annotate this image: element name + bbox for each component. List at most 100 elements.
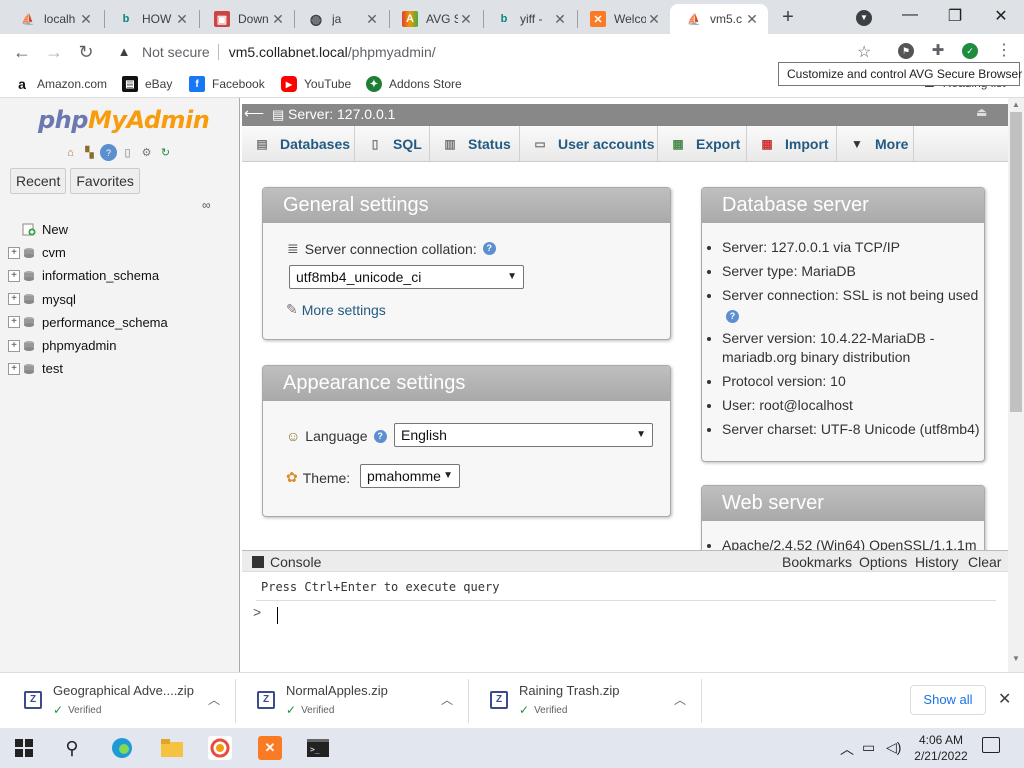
security-label[interactable]: Not secure xyxy=(142,44,210,60)
chevron-up-icon[interactable]: ︿ xyxy=(674,691,686,708)
settings-gear-icon[interactable]: ⚙ xyxy=(138,144,155,161)
console-options[interactable]: Options xyxy=(859,554,907,570)
browser-tab[interactable]: b yiff - ✕ xyxy=(480,4,576,34)
scroll-up-icon[interactable]: ▲ xyxy=(1012,100,1020,109)
help-icon[interactable]: ? xyxy=(726,310,739,323)
download-item[interactable]: Z Raining Trash.zip ✓ Verified ︿ xyxy=(470,679,702,723)
bookmark-addons-store[interactable]: ✦ Addons Store xyxy=(366,76,462,92)
avg-browser-icon[interactable] xyxy=(208,736,232,760)
chevron-up-icon[interactable]: ︿ xyxy=(441,691,453,708)
database-node-performance-schema[interactable]: + performance_schema xyxy=(8,311,168,334)
database-node-information-schema[interactable]: + information_schema xyxy=(8,264,168,287)
download-item[interactable]: Z NormalApples.zip ✓ Verified ︿ xyxy=(237,679,469,723)
new-database-node[interactable]: New xyxy=(8,218,168,241)
console-header[interactable]: Console Bookmarks Options History Clear xyxy=(242,550,1008,572)
scroll-down-icon[interactable]: ▼ xyxy=(1012,654,1020,663)
address-bar[interactable]: ▲ Not secure vm5.collabnet.local/phpmyad… xyxy=(110,38,890,66)
database-node-mysql[interactable]: + mysql xyxy=(8,288,168,311)
browser-tab[interactable]: ✕ Welco ✕ xyxy=(574,4,670,34)
close-tab-icon[interactable]: ✕ xyxy=(646,11,662,28)
expand-icon[interactable]: + xyxy=(8,293,20,306)
help-icon[interactable]: ? xyxy=(482,242,496,255)
network-icon[interactable]: ▭ xyxy=(862,739,875,756)
close-tab-icon[interactable]: ✕ xyxy=(174,11,190,28)
xampp-icon[interactable]: ✕ xyxy=(258,736,282,760)
database-node-test[interactable]: + test xyxy=(8,357,168,380)
warning-icon[interactable]: ▲ xyxy=(116,44,132,60)
browser-tab[interactable]: ▣ Down ✕ xyxy=(198,4,294,34)
avg-security-shield-icon[interactable]: ✓ xyxy=(962,43,978,59)
file-explorer-icon[interactable] xyxy=(160,736,184,760)
browser-tab[interactable]: A AVG S ✕ xyxy=(386,4,482,34)
menu-sql[interactable]: ▯ SQL xyxy=(355,126,430,161)
documentation-icon[interactable]: ▯ xyxy=(119,144,136,161)
console-history[interactable]: History xyxy=(915,554,959,570)
server-breadcrumb[interactable]: Server: 127.0.0.1 xyxy=(288,106,395,122)
console-clear[interactable]: Clear xyxy=(968,554,1001,570)
help-docs-icon[interactable]: ? xyxy=(100,144,117,161)
language-select[interactable]: English ▼ xyxy=(394,423,653,447)
bookmark-youtube[interactable]: ▶ YouTube xyxy=(281,76,351,92)
database-node-phpmyadmin[interactable]: + phpmyadmin xyxy=(8,334,168,357)
menu-more[interactable]: ▼ More xyxy=(837,126,914,161)
browser-tab-active[interactable]: ⛵ vm5.c ✕ xyxy=(670,4,768,34)
taskbar-clock[interactable]: 4:06 AM 2/21/2022 xyxy=(908,732,974,764)
expand-icon[interactable]: + xyxy=(8,246,20,259)
close-window-icon[interactable]: ✕ xyxy=(989,6,1013,26)
extension-shield-icon[interactable]: ⚑ xyxy=(898,43,914,59)
logout-icon[interactable]: ▚ xyxy=(81,144,98,161)
favorites-tab[interactable]: Favorites xyxy=(70,168,140,194)
menu-status[interactable]: ▥ Status xyxy=(430,126,520,161)
database-node-cvm[interactable]: + cvm xyxy=(8,241,168,264)
volume-icon[interactable]: ◁) xyxy=(886,739,901,756)
collation-select[interactable]: utf8mb4_unicode_ci ▼ xyxy=(289,265,524,289)
console-toggle[interactable]: Console xyxy=(252,554,321,570)
theme-select[interactable]: pmahomme ▼ xyxy=(360,464,460,488)
bookmark-ebay[interactable]: ▤ eBay xyxy=(122,76,172,92)
url-text[interactable]: vm5.collabnet.local/phpmyadmin/ xyxy=(229,44,436,60)
menu-import[interactable]: ▦ Import xyxy=(747,126,837,161)
close-tab-icon[interactable]: ✕ xyxy=(364,11,380,28)
phpmyadmin-logo[interactable]: phpMyAdmin xyxy=(38,106,210,134)
close-tab-icon[interactable]: ✕ xyxy=(270,11,286,28)
restore-icon[interactable]: ❐ xyxy=(943,6,967,26)
close-tab-icon[interactable]: ✕ xyxy=(78,11,94,28)
menu-databases[interactable]: ▤ Databases xyxy=(242,126,355,161)
scrollbar-thumb[interactable] xyxy=(1010,112,1022,412)
browser-tab[interactable]: b HOW ✕ xyxy=(102,4,198,34)
search-icon[interactable]: ⚲ xyxy=(60,736,84,760)
expand-icon[interactable]: + xyxy=(8,362,20,375)
tab-search-icon[interactable]: ▼ xyxy=(856,10,872,26)
new-tab-button[interactable]: + xyxy=(776,6,800,29)
browser-tab[interactable]: ⛵ localh ✕ xyxy=(4,4,102,34)
link-with-main-panel-icon[interactable]: ∞ xyxy=(202,198,211,212)
close-tab-icon[interactable]: ✕ xyxy=(552,11,568,28)
bookmark-facebook[interactable]: f Facebook xyxy=(189,76,265,92)
collapse-top-icon[interactable]: ⏏ xyxy=(976,105,987,119)
close-tab-icon[interactable]: ✕ xyxy=(458,11,474,28)
close-downloads-icon[interactable]: ✕ xyxy=(998,689,1011,709)
edge-browser-icon[interactable] xyxy=(110,736,134,760)
page-scrollbar[interactable]: ▲ ▼ xyxy=(1008,98,1024,672)
expand-icon[interactable]: + xyxy=(8,316,20,329)
recent-tab[interactable]: Recent xyxy=(10,168,67,194)
reload-navigation-icon[interactable]: ↻ xyxy=(157,144,174,161)
extensions-puzzle-icon[interactable]: ✚ xyxy=(930,43,946,59)
chevron-up-icon[interactable]: ︿ xyxy=(208,691,220,708)
menu-export[interactable]: ▦ Export xyxy=(658,126,747,161)
show-all-downloads-button[interactable]: Show all xyxy=(910,685,986,715)
home-icon[interactable]: ⌂ xyxy=(62,144,79,161)
back-arrow-icon[interactable]: ← xyxy=(10,40,34,64)
terminal-icon[interactable]: >_ xyxy=(306,736,330,760)
browser-tab[interactable]: ◍ ja ✕ xyxy=(292,4,388,34)
forward-arrow-icon[interactable]: → xyxy=(42,40,66,64)
help-icon[interactable]: ? xyxy=(373,429,387,443)
console-input[interactable] xyxy=(277,607,278,624)
reload-icon[interactable]: ↻ xyxy=(74,40,98,64)
close-tab-icon[interactable]: ✕ xyxy=(744,11,760,28)
notifications-icon[interactable] xyxy=(982,737,1000,753)
menu-user-accounts[interactable]: ▭ User accounts xyxy=(520,126,658,161)
bookmark-star-icon[interactable]: ☆ xyxy=(857,42,871,62)
collapse-navigation-icon[interactable]: ⟵ xyxy=(244,105,264,122)
download-item[interactable]: Z Geographical Adve....zip ✓ Verified ︿ xyxy=(4,679,236,723)
